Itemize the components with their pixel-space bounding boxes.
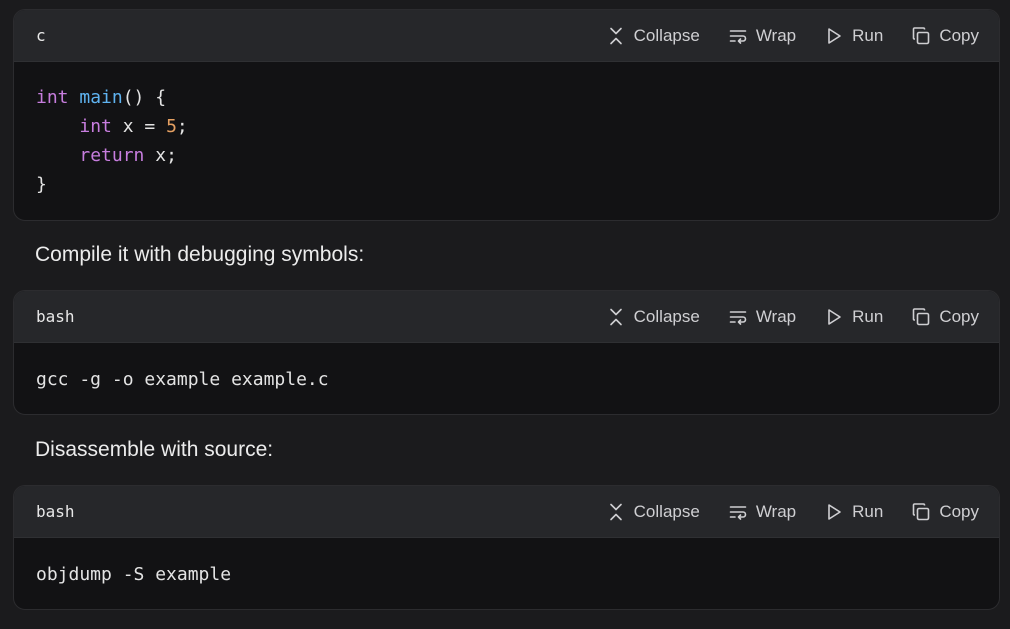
code-block-actions: Collapse Wrap Run Copy bbox=[606, 26, 979, 46]
run-label: Run bbox=[852, 25, 884, 45]
code-token: } bbox=[36, 174, 47, 195]
chat-page: c Collapse Wrap Run Copy int main() {in… bbox=[0, 0, 1010, 629]
code-token: x = bbox=[111, 116, 167, 137]
code-token-kw: int bbox=[79, 116, 112, 137]
copy-icon bbox=[911, 307, 931, 327]
run-icon bbox=[824, 307, 844, 327]
code-token: x; bbox=[144, 145, 177, 166]
code-token-num: 5 bbox=[166, 116, 177, 137]
copy-button[interactable]: Copy bbox=[911, 307, 979, 327]
wrap-button[interactable]: Wrap bbox=[728, 26, 796, 46]
collapse-icon bbox=[606, 502, 626, 522]
code-block-bash-objdump: bash Collapse Wrap Run Copy objdump -S e… bbox=[13, 485, 1000, 610]
copy-label: Copy bbox=[939, 501, 979, 521]
code-block-header: bash Collapse Wrap Run Copy bbox=[14, 486, 999, 538]
copy-button[interactable]: Copy bbox=[911, 26, 979, 46]
collapse-icon bbox=[606, 26, 626, 46]
code-token: ; bbox=[176, 116, 188, 137]
run-button[interactable]: Run bbox=[824, 307, 883, 327]
wrap-label: Wrap bbox=[755, 25, 797, 45]
wrap-icon bbox=[728, 307, 748, 327]
code-token: objdump -S example bbox=[36, 564, 232, 585]
code-content: objdump -S example bbox=[36, 560, 977, 589]
wrap-button[interactable]: Wrap bbox=[728, 502, 796, 522]
code-line: int main() { bbox=[36, 87, 166, 108]
code-line: return x; bbox=[36, 145, 177, 166]
collapse-label: Collapse bbox=[633, 25, 700, 45]
copy-label: Copy bbox=[939, 306, 979, 326]
code-language-label: bash bbox=[36, 307, 75, 326]
run-icon bbox=[824, 502, 844, 522]
code-content: int main() { int x = 5; return x; } bbox=[36, 83, 977, 199]
prose-compile: Compile it with debugging symbols: bbox=[35, 243, 365, 266]
run-label: Run bbox=[852, 501, 884, 521]
collapse-button[interactable]: Collapse bbox=[606, 26, 700, 46]
wrap-label: Wrap bbox=[755, 306, 797, 326]
copy-label: Copy bbox=[939, 25, 979, 45]
code-token-kw: return bbox=[79, 145, 145, 166]
code-language-label: c bbox=[36, 26, 46, 45]
wrap-button[interactable]: Wrap bbox=[728, 307, 796, 327]
copy-icon bbox=[911, 26, 931, 46]
collapse-icon bbox=[606, 307, 626, 327]
wrap-icon bbox=[728, 26, 748, 46]
code-line: objdump -S example bbox=[36, 564, 231, 585]
code-line: int x = 5; bbox=[36, 116, 188, 137]
code-language-label: bash bbox=[36, 502, 75, 521]
code-block-actions: Collapse Wrap Run Copy bbox=[606, 502, 979, 522]
collapse-label: Collapse bbox=[633, 501, 700, 521]
code-block-header: bash Collapse Wrap Run Copy bbox=[14, 291, 999, 343]
collapse-label: Collapse bbox=[633, 306, 700, 326]
run-icon bbox=[824, 26, 844, 46]
wrap-icon bbox=[728, 502, 748, 522]
collapse-button[interactable]: Collapse bbox=[606, 307, 700, 327]
run-button[interactable]: Run bbox=[824, 502, 883, 522]
code-token: () { bbox=[122, 87, 167, 108]
code-block-header: c Collapse Wrap Run Copy bbox=[14, 10, 999, 62]
code-token-fn: main bbox=[79, 87, 123, 108]
code-block-c: c Collapse Wrap Run Copy int main() {in… bbox=[13, 9, 1000, 221]
code-token: gcc -g -o example example.c bbox=[36, 369, 329, 390]
code-content: gcc -g -o example example.c bbox=[36, 365, 977, 394]
code-token-kw: int bbox=[36, 87, 69, 108]
run-button[interactable]: Run bbox=[824, 26, 883, 46]
code-block-actions: Collapse Wrap Run Copy bbox=[606, 307, 979, 327]
wrap-label: Wrap bbox=[755, 501, 797, 521]
code-line: } bbox=[36, 174, 47, 195]
copy-icon bbox=[911, 502, 931, 522]
code-line: gcc -g -o example example.c bbox=[36, 369, 329, 390]
code-block-bash-compile: bash Collapse Wrap Run Copy gcc -g -o ex… bbox=[13, 290, 1000, 415]
copy-button[interactable]: Copy bbox=[911, 502, 979, 522]
prose-disassemble: Disassemble with source: bbox=[35, 438, 274, 461]
run-label: Run bbox=[852, 306, 884, 326]
collapse-button[interactable]: Collapse bbox=[606, 502, 700, 522]
